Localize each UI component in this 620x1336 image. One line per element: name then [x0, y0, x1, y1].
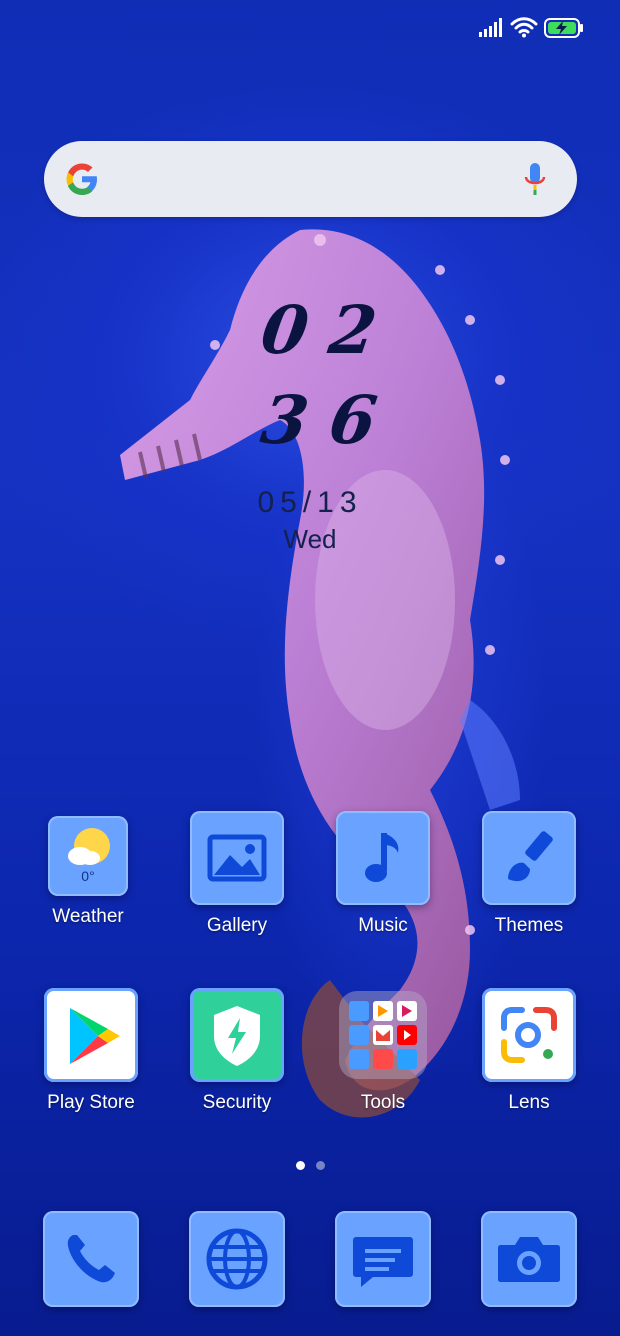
clock-widget[interactable]: 02 36 — [240, 285, 404, 465]
security-tile — [190, 988, 284, 1082]
app-tools-folder[interactable]: Tools — [323, 988, 443, 1114]
app-label: Themes — [494, 915, 564, 936]
page-indicator — [294, 1161, 334, 1171]
page-dot-active[interactable] — [296, 1161, 305, 1170]
messages-icon — [353, 1237, 413, 1287]
gallery-image-icon — [207, 834, 267, 882]
clock-date: 05/13 — [257, 486, 363, 519]
lens-tile — [482, 988, 576, 1082]
app-label: Weather — [52, 906, 124, 927]
tools-folder-tile — [339, 991, 427, 1079]
google-search-bar[interactable] — [44, 141, 577, 217]
dock-phone-button[interactable] — [43, 1211, 139, 1307]
wifi-icon — [510, 17, 538, 38]
app-gallery[interactable]: Gallery — [177, 811, 297, 937]
dock-messages-button[interactable] — [335, 1211, 431, 1307]
play-store-icon — [70, 1008, 120, 1064]
app-music[interactable]: Music — [323, 811, 443, 937]
phone-icon — [67, 1235, 115, 1283]
clock-weekday: Wed — [283, 524, 337, 554]
app-label: Tools — [360, 1092, 406, 1113]
google-lens-icon — [501, 1007, 557, 1063]
google-logo-icon — [66, 163, 97, 195]
themes-tile — [482, 811, 576, 905]
app-lens[interactable]: Lens — [469, 988, 589, 1114]
tools-folder-icon — [349, 1001, 417, 1069]
app-themes[interactable]: Themes — [469, 811, 589, 937]
camera-icon — [498, 1237, 560, 1282]
status-bar — [0, 0, 620, 56]
music-tile — [336, 811, 430, 905]
clock-hours: 02 — [256, 291, 404, 369]
app-weather[interactable]: 0° Weather — [28, 814, 148, 928]
weather-temperature: 0° — [81, 868, 95, 884]
weather-sun-cloud-icon — [68, 828, 110, 865]
app-security[interactable]: Security — [177, 988, 297, 1114]
app-label: Security — [202, 1092, 272, 1113]
app-label: Play Store — [47, 1092, 135, 1113]
dock-camera-button[interactable] — [481, 1211, 577, 1307]
gallery-tile — [190, 811, 284, 905]
signal-strength-icon — [479, 18, 502, 37]
page-dot[interactable] — [316, 1161, 325, 1170]
app-play-store[interactable]: Play Store — [31, 988, 151, 1114]
play-store-tile — [44, 988, 138, 1082]
weather-tile: 0° — [48, 816, 128, 896]
app-label: Gallery — [206, 915, 268, 936]
app-label: Lens — [508, 1092, 550, 1113]
browser-globe-icon — [206, 1228, 268, 1290]
paintbrush-icon — [508, 831, 553, 882]
clock-minutes: 36 — [256, 381, 404, 459]
battery-charging-icon — [544, 18, 583, 38]
dock-browser-button[interactable] — [189, 1211, 285, 1307]
security-shield-icon — [214, 1006, 260, 1066]
app-label: Music — [358, 915, 408, 936]
voice-search-mic-icon[interactable] — [523, 161, 547, 197]
music-note-icon — [365, 833, 399, 882]
